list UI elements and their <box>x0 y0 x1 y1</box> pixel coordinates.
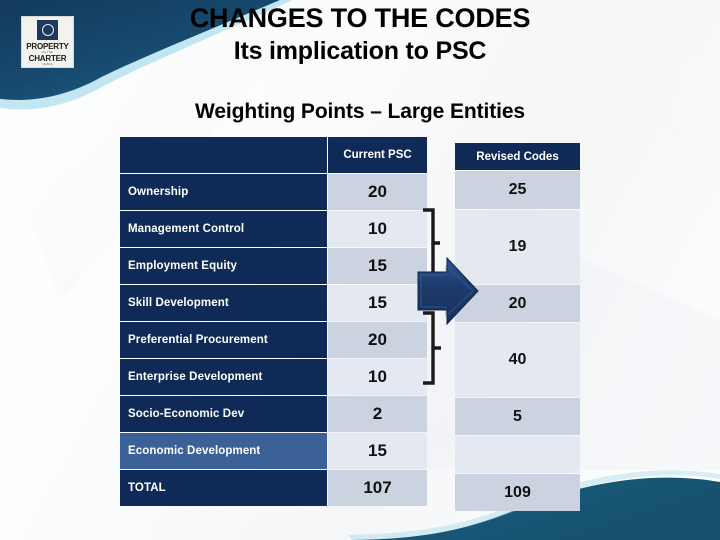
table-row: Skill Development 15 <box>120 285 427 321</box>
table-row: Employment Equity 15 <box>120 248 427 284</box>
current-psc-table: Current PSC Ownership 20 Management Contro… <box>120 137 427 507</box>
row-current-psc-value: 15 <box>328 285 427 321</box>
column-header-revised-codes: Revised Codes <box>455 143 580 170</box>
row-label-cell: TOTAL <box>120 470 327 506</box>
revised-code-cell: 20 <box>455 285 580 322</box>
table-header-row: Current PSC <box>120 137 427 173</box>
revised-code-cell: 19 <box>455 210 580 284</box>
revised-code-cell: 5 <box>455 398 580 435</box>
table-row: Ownership 20 <box>120 174 427 210</box>
column-header-current-psc: Current PSC <box>328 137 427 173</box>
slide-title-line-2: Its implication to PSC <box>233 37 487 65</box>
row-label-cell: Economic Development <box>120 433 327 469</box>
revised-code-cell <box>455 436 580 473</box>
row-label-cell: Employment Equity <box>120 248 327 284</box>
row-label-cell: Skill Development <box>120 285 327 321</box>
row-label-cell: Ownership <box>120 174 327 210</box>
row-current-psc-value: 107 <box>328 470 427 506</box>
table-row: TOTAL 107 <box>120 470 427 506</box>
row-label-cell: Preferential Procurement <box>120 322 327 358</box>
revised-codes-table: Revised Codes 25 19 20 40 5 109 <box>455 143 580 512</box>
slide-title-block: CHANGES TO THE CODES Its implication to … <box>0 2 720 67</box>
slide-canvas: PROPERTY OF THE CHARTER COUNCIL CHANGES … <box>0 0 720 540</box>
row-current-psc-value: 10 <box>328 211 427 247</box>
row-current-psc-value: 15 <box>328 433 427 469</box>
table-row: Economic Development 15 <box>120 433 427 469</box>
row-current-psc-value: 15 <box>328 248 427 284</box>
row-current-psc-value: 20 <box>328 322 427 358</box>
slide-subtitle: Weighting Points – Large Entities <box>194 100 525 123</box>
table-row: Enterprise Development 10 <box>120 359 427 395</box>
revised-code-cell: 109 <box>455 474 580 511</box>
table-row: Preferential Procurement 20 <box>120 322 427 358</box>
row-current-psc-value: 2 <box>328 396 427 432</box>
row-label-cell: Socio-Economic Dev <box>120 396 327 432</box>
revised-code-cell: 25 <box>455 171 580 209</box>
slide-title-line-1: CHANGES TO THE CODES <box>189 3 531 33</box>
table-row: Socio-Economic Dev 2 <box>120 396 427 432</box>
table-row: Management Control 10 <box>120 211 427 247</box>
revised-code-cell: 40 <box>455 323 580 397</box>
row-current-psc-value: 20 <box>328 174 427 210</box>
left-header-blank-cell <box>120 137 327 173</box>
row-label-cell: Management Control <box>120 211 327 247</box>
row-label-cell: Enterprise Development <box>120 359 327 395</box>
row-current-psc-value: 10 <box>328 359 427 395</box>
